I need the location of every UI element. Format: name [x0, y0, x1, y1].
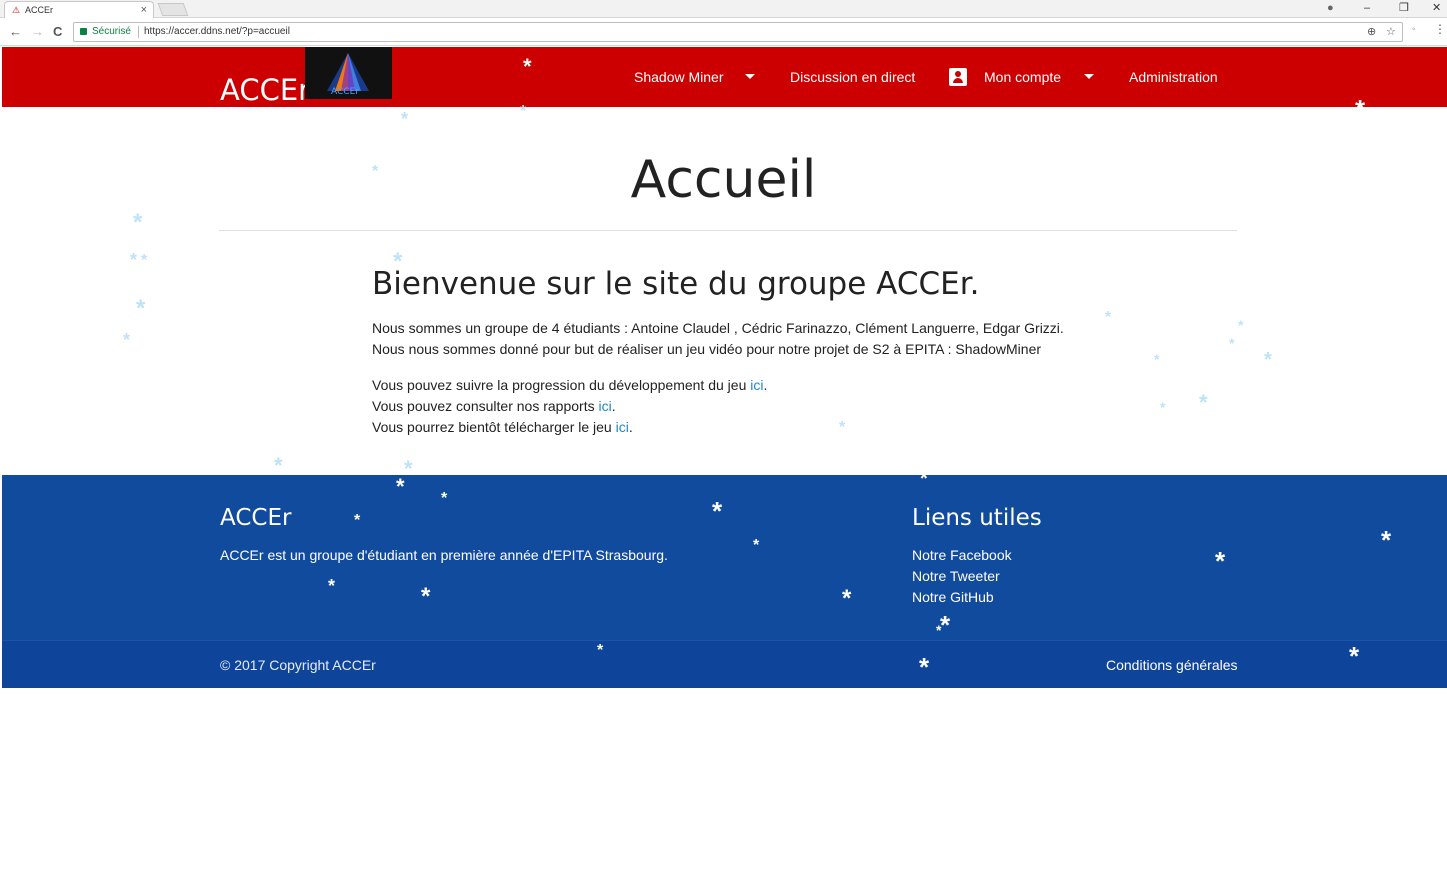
snowflake-icon: *	[1154, 351, 1160, 367]
snowflake-icon: *	[133, 209, 143, 236]
snowflake-icon: *	[123, 330, 131, 350]
zoom-icon[interactable]: ⊕	[1367, 23, 1376, 41]
browser-toolbar: ← → C Sécurisé https://accer.ddns.net/?p…	[0, 19, 1447, 46]
back-icon[interactable]: ←	[9, 24, 22, 40]
snowflake-icon: *	[274, 453, 283, 478]
intro-line-1: Nous sommes un groupe de 4 étudiants : A…	[372, 320, 1064, 336]
footer-about-text: ACCEr est un groupe d'étudiant en premiè…	[220, 547, 668, 563]
footer-links-title: Liens utiles	[912, 505, 1042, 531]
close-window-icon[interactable]: ✕	[1432, 0, 1441, 16]
browser-tab-strip: ⚠ ACCEr × ● – ❐ ✕	[0, 0, 1447, 18]
reports-link[interactable]: ici	[598, 398, 611, 414]
tweeter-link[interactable]: Notre Tweeter	[912, 568, 1000, 584]
url-text[interactable]: https://accer.ddns.net/?p=accueil	[144, 23, 290, 41]
site-footer: ACCEr ACCEr est un groupe d'étudiant en …	[2, 475, 1447, 688]
facebook-link[interactable]: Notre Facebook	[912, 547, 1012, 563]
snowflake-icon: *	[401, 109, 409, 129]
intro-line-2: Nous nous sommes donné pour but de réali…	[372, 341, 1042, 357]
snowflake-icon: *	[1264, 349, 1272, 371]
download-text: Vous pourrez bientôt télécharger le jeu	[372, 419, 612, 435]
footer-about-title: ACCEr	[220, 505, 292, 531]
forward-icon[interactable]: →	[31, 24, 44, 40]
consult-period: .	[611, 398, 616, 414]
links-paragraph: Vous pouvez suivre la progression du dév…	[372, 375, 767, 438]
account-icon[interactable]	[949, 68, 967, 86]
page-title: Accueil	[630, 150, 817, 210]
browser-tab[interactable]: ⚠ ACCEr ×	[4, 1, 154, 18]
bookmark-star-icon[interactable]: ☆	[1386, 23, 1396, 41]
address-separator	[138, 26, 139, 38]
intro-paragraph: Nous sommes un groupe de 4 étudiants : A…	[372, 318, 1064, 360]
site-header: ACCEr ACCEr Shadow Miner Discussion en d…	[2, 47, 1447, 107]
address-bar[interactable]: Sécurisé https://accer.ddns.net/?p=accue…	[73, 22, 1403, 42]
restore-icon[interactable]: ❐	[1399, 0, 1409, 16]
warning-favicon-icon: ⚠	[12, 5, 21, 15]
site-logo[interactable]: ACCEr	[305, 47, 392, 99]
nav-discussion[interactable]: Discussion en direct	[790, 69, 915, 85]
reload-icon[interactable]: C	[53, 24, 62, 40]
download-link[interactable]: ici	[616, 419, 629, 435]
snowflake-icon: *	[1229, 335, 1235, 351]
snowflake-icon: *	[1105, 309, 1112, 326]
lock-icon	[80, 28, 87, 35]
progress-link[interactable]: ici	[750, 377, 763, 393]
logo-text: ACCEr	[331, 87, 359, 97]
secure-label: Sécurisé	[92, 26, 131, 37]
welcome-heading: Bienvenue sur le site du groupe ACCEr.	[372, 266, 980, 302]
snowflake-icon: *	[1199, 390, 1208, 415]
snowflake-icon: *	[1160, 399, 1166, 415]
download-period: .	[628, 419, 633, 435]
tab-title: ACCEr	[25, 5, 54, 15]
browser-menu-icon[interactable]: ⋮	[1434, 22, 1446, 36]
terms-link[interactable]: Conditions générales	[1106, 657, 1238, 673]
new-tab-button[interactable]	[157, 3, 189, 16]
shadow-miner-caret-icon[interactable]	[745, 74, 755, 79]
title-divider	[219, 230, 1237, 231]
footer-bottom-bar: © 2017 Copyright ACCEr Conditions généra…	[2, 640, 1447, 688]
follow-period: .	[763, 377, 768, 393]
snowflake-icon: *	[839, 419, 846, 436]
minimize-icon[interactable]: –	[1364, 0, 1370, 16]
profile-icon[interactable]: ●	[1327, 0, 1334, 16]
site-brand[interactable]: ACCEr	[220, 73, 310, 107]
consult-text: Vous pouvez consulter nos rapports	[372, 398, 595, 414]
nav-mon-compte[interactable]: Mon compte	[984, 69, 1061, 85]
snowflake-icon: *	[136, 295, 146, 322]
github-link[interactable]: Notre GitHub	[912, 589, 994, 605]
nav-shadow-miner[interactable]: Shadow Miner	[634, 69, 724, 85]
follow-text: Vous pouvez suivre la progression du dév…	[372, 377, 747, 393]
snowflake-icon: *	[141, 252, 148, 269]
tab-close-icon[interactable]: ×	[141, 2, 147, 18]
mon-compte-caret-icon[interactable]	[1084, 74, 1094, 79]
snowflake-icon: *	[130, 250, 138, 270]
extension-icon[interactable]: ◦	[1412, 24, 1416, 35]
snowflake-icon: *	[1238, 317, 1244, 333]
nav-administration[interactable]: Administration	[1129, 69, 1218, 85]
copyright-text: © 2017 Copyright ACCEr	[220, 657, 376, 673]
